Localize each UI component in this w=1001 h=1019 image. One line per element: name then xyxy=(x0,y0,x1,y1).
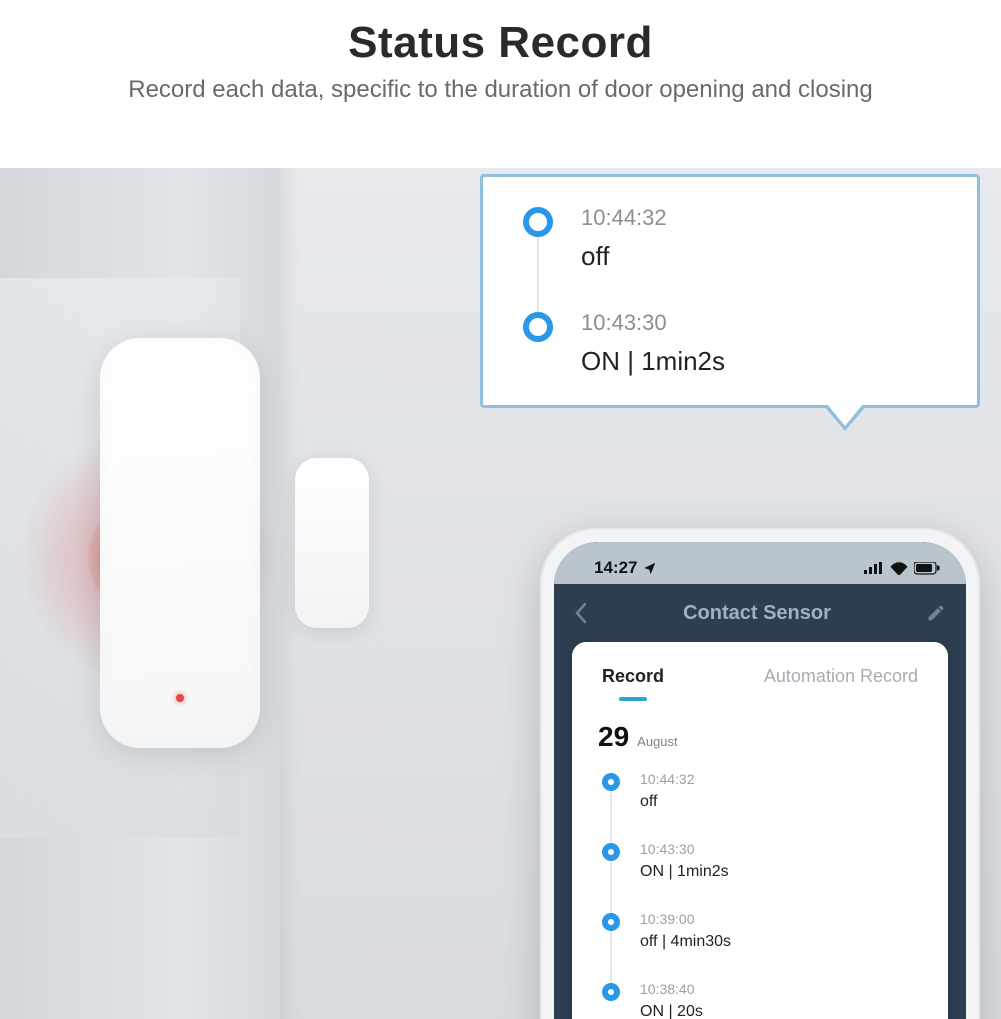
date-header: 29 August xyxy=(598,721,926,753)
page-subtitle: Record each data, specific to the durati… xyxy=(0,76,1001,104)
navbar-title: Contact Sensor xyxy=(588,602,926,625)
timeline-dot-icon xyxy=(523,312,553,342)
timeline-line xyxy=(610,791,612,843)
timeline-status: ON | 1min2s xyxy=(640,863,926,881)
navbar: Contact Sensor xyxy=(554,584,966,642)
timeline-dot-icon xyxy=(602,983,620,1001)
date-month: August xyxy=(637,734,677,749)
timeline-entry: 10:39:00 off | 4min30s xyxy=(602,911,926,981)
timeline-dot-icon xyxy=(602,773,620,791)
page-title: Status Record xyxy=(0,18,1001,68)
timeline-line xyxy=(610,861,612,913)
date-day: 29 xyxy=(598,721,629,753)
timeline-entry: 10:43:30 ON | 1min2s xyxy=(602,841,926,911)
callout-status: ON | 1min2s xyxy=(581,346,951,377)
timeline-status: off | 4min30s xyxy=(640,933,926,951)
callout-entry: 10:44:32 off xyxy=(523,205,951,310)
door-sensor-main xyxy=(100,338,260,748)
timeline-entry: 10:38:40 ON | 20s xyxy=(602,981,926,1019)
battery-icon xyxy=(914,562,940,575)
timeline-time: 10:39:00 xyxy=(640,911,926,927)
statusbar-time: 14:27 xyxy=(594,558,637,578)
phone-screen: 14:27 Contact Sensor Record xyxy=(554,542,966,1019)
sensor-led-icon xyxy=(176,694,184,702)
timeline-line xyxy=(537,237,539,314)
timeline-status: off xyxy=(640,793,926,811)
timeline-dot-icon xyxy=(602,913,620,931)
timeline-time: 10:38:40 xyxy=(640,981,926,997)
timeline-time: 10:43:30 xyxy=(640,841,926,857)
signal-icon xyxy=(864,562,884,574)
timeline-status: ON | 20s xyxy=(640,1003,926,1019)
timeline-entry: 10:44:32 off xyxy=(602,771,926,841)
tab-automation-record[interactable]: Automation Record xyxy=(764,666,918,701)
edit-icon[interactable] xyxy=(926,603,946,623)
timeline-time: 10:44:32 xyxy=(640,771,926,787)
timeline-dot-icon xyxy=(523,207,553,237)
tab-record[interactable]: Record xyxy=(602,666,664,701)
callout-entry: 10:43:30 ON | 1min2s xyxy=(523,310,951,381)
timeline-line xyxy=(610,931,612,983)
status-callout: 10:44:32 off 10:43:30 ON | 1min2s xyxy=(480,174,980,408)
phone-mockup: 14:27 Contact Sensor Record xyxy=(540,528,980,1019)
tabs: Record Automation Record xyxy=(594,662,926,701)
callout-status: off xyxy=(581,241,951,272)
back-icon[interactable] xyxy=(574,602,588,624)
record-card: Record Automation Record 29 August 10:44… xyxy=(572,642,948,1019)
location-icon xyxy=(643,561,657,575)
wifi-icon xyxy=(890,562,908,575)
timeline: 10:44:32 off 10:43:30 ON | 1min2s xyxy=(594,771,926,1019)
door-sensor-magnet xyxy=(295,458,369,628)
callout-time: 10:43:30 xyxy=(581,310,951,336)
timeline-dot-icon xyxy=(602,843,620,861)
callout-time: 10:44:32 xyxy=(581,205,951,231)
scene: 10:44:32 off 10:43:30 ON | 1min2s 14:27 xyxy=(0,168,1001,1019)
